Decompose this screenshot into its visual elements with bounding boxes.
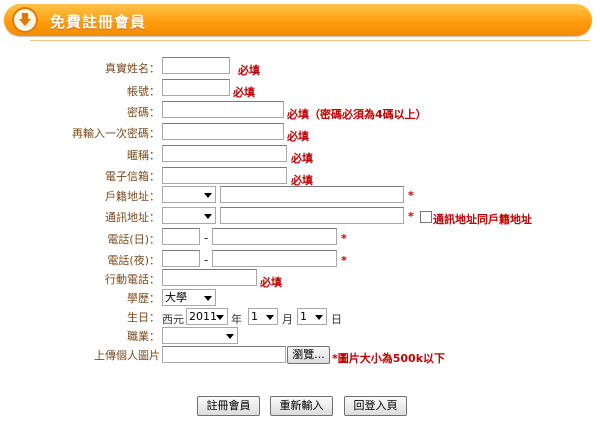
birthday-month-value: 1 bbox=[251, 310, 258, 323]
chevron-down-icon bbox=[204, 296, 212, 301]
account-required: 必填 bbox=[233, 86, 255, 99]
password-required: 必填（密碼必須為4碼以上） bbox=[287, 108, 427, 121]
nickname-required: 必填 bbox=[291, 152, 313, 165]
password-input[interactable] bbox=[162, 101, 284, 118]
photo-path-input[interactable] bbox=[162, 346, 286, 363]
registered-address-label: 戶籍地址： bbox=[105, 190, 160, 203]
page-title: 免費註冊會員 bbox=[50, 13, 147, 31]
registered-address-required: * bbox=[408, 189, 414, 202]
mailing-address-required: * bbox=[408, 210, 414, 223]
reset-button[interactable]: 重新輸入 bbox=[270, 396, 333, 416]
chevron-down-icon bbox=[315, 315, 323, 320]
birthday-year-value: 2011 bbox=[189, 310, 217, 323]
mailing-address-label: 通訊地址： bbox=[105, 211, 160, 224]
phone-day-number-input[interactable] bbox=[212, 228, 337, 245]
account-label: 帳號： bbox=[127, 85, 160, 98]
phone-day-label: 電話(日)： bbox=[107, 233, 160, 246]
registered-city-select[interactable] bbox=[162, 186, 216, 203]
occupation-select[interactable] bbox=[162, 327, 238, 344]
birthday-era: 西元 bbox=[162, 313, 184, 326]
nickname-label: 暱稱： bbox=[127, 149, 160, 162]
browse-button[interactable]: 瀏覽... bbox=[287, 346, 330, 364]
photo-label: 上傳個人圖片 bbox=[94, 349, 160, 362]
email-label: 電子信箱： bbox=[105, 170, 160, 183]
back-to-login-button[interactable]: 回登入頁 bbox=[344, 396, 407, 416]
birthday-year-select[interactable]: 2011 bbox=[186, 308, 228, 325]
real-name-label: 真實姓名： bbox=[105, 62, 160, 75]
password-confirm-required: 必填 bbox=[287, 130, 309, 143]
mailing-address-input[interactable] bbox=[220, 207, 404, 224]
phone-night-label: 電話(夜)： bbox=[107, 254, 160, 267]
chevron-down-icon bbox=[226, 334, 234, 339]
same-address-label: 通訊地址同戶籍地址 bbox=[433, 213, 532, 226]
registered-address-input[interactable] bbox=[220, 186, 404, 203]
mobile-label: 行動電話： bbox=[105, 273, 160, 286]
header-divider bbox=[30, 40, 590, 41]
phone-night-required: * bbox=[341, 254, 347, 267]
phone-night-number-input[interactable] bbox=[212, 250, 337, 267]
occupation-label: 職業： bbox=[127, 330, 160, 343]
birthday-day-value: 1 bbox=[300, 310, 307, 323]
nickname-input[interactable] bbox=[162, 145, 287, 162]
phone-night-area-input[interactable] bbox=[162, 250, 200, 267]
phone-night-dash: - bbox=[204, 253, 209, 267]
birthday-month-unit: 月 bbox=[282, 313, 293, 326]
birthday-day-unit: 日 bbox=[331, 313, 342, 326]
register-button[interactable]: 註冊會員 bbox=[197, 396, 260, 416]
photo-size-note: *圖片大小為500k以下 bbox=[332, 352, 446, 365]
education-label: 學歷： bbox=[127, 292, 160, 305]
education-select[interactable]: 大學 bbox=[162, 289, 216, 306]
email-input[interactable] bbox=[162, 167, 287, 184]
real-name-input[interactable] bbox=[162, 57, 230, 74]
chevron-down-icon bbox=[204, 214, 212, 219]
header-bar: 免費註冊會員 bbox=[4, 4, 592, 36]
phone-day-dash: - bbox=[204, 231, 209, 245]
birthday-month-select[interactable]: 1 bbox=[248, 308, 278, 325]
birthday-label: 生日： bbox=[127, 311, 160, 324]
chevron-down-icon bbox=[204, 193, 212, 198]
real-name-required: 必填 bbox=[238, 64, 260, 77]
birthday-year-unit: 年 bbox=[231, 313, 242, 326]
mobile-input[interactable] bbox=[162, 269, 257, 286]
mailing-city-select[interactable] bbox=[162, 207, 216, 224]
mobile-required: 必填 bbox=[260, 276, 282, 289]
chevron-down-icon bbox=[266, 315, 274, 320]
education-value: 大學 bbox=[165, 291, 187, 304]
same-address-checkbox[interactable] bbox=[420, 211, 432, 223]
phone-day-area-input[interactable] bbox=[162, 228, 200, 245]
account-input[interactable] bbox=[162, 79, 230, 96]
chevron-down-icon bbox=[216, 315, 224, 320]
password-confirm-label: 再輸入一次密碼： bbox=[72, 127, 160, 140]
download-arrow-icon bbox=[12, 7, 38, 33]
password-confirm-input[interactable] bbox=[162, 123, 284, 140]
birthday-day-select[interactable]: 1 bbox=[297, 308, 327, 325]
password-label: 密碼： bbox=[127, 106, 160, 119]
phone-day-required: * bbox=[341, 232, 347, 245]
